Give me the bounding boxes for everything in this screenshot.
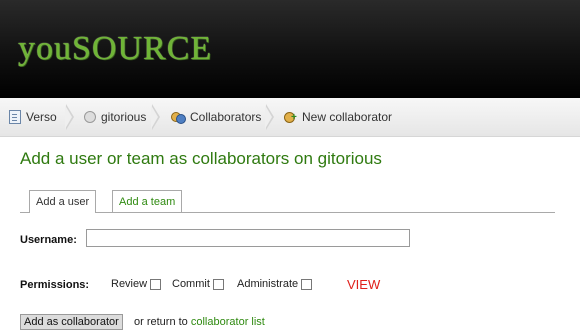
permissions-label: Permissions: [20, 279, 90, 291]
administrate-label: Administrate [237, 278, 299, 290]
site-header: youSOURCE [0, 0, 580, 98]
permission-administrate: Administrate [237, 278, 313, 290]
users-icon [171, 111, 186, 124]
breadcrumb-label: Verso [26, 110, 57, 124]
breadcrumb-item-verso[interactable]: Verso [9, 98, 57, 136]
repository-icon [84, 111, 96, 123]
return-text: or return to collaborator list [134, 316, 265, 328]
review-label: Review [111, 278, 148, 290]
tab-add-team[interactable]: Add a team [112, 190, 183, 212]
username-label: Username: [20, 234, 77, 246]
add-collaborator-button[interactable]: Add as collaborator [20, 314, 123, 330]
breadcrumb-item-new-collaborator[interactable]: New collaborator [283, 98, 392, 136]
commit-label: Commit [172, 278, 210, 290]
document-icon [9, 110, 21, 124]
tab-bar: Add a user Add a team [20, 190, 555, 213]
breadcrumb-label: gitorious [101, 110, 147, 124]
breadcrumb-label: New collaborator [302, 110, 393, 124]
username-input[interactable] [86, 229, 410, 247]
commit-checkbox[interactable] [212, 278, 224, 290]
permission-review: Review [111, 278, 162, 290]
review-checkbox[interactable] [150, 278, 162, 290]
collaborator-list-link[interactable]: collaborator list [191, 316, 265, 328]
breadcrumb-item-gitorious[interactable]: gitorious [84, 98, 146, 136]
administrate-checkbox[interactable] [301, 278, 313, 290]
view-label: VIEW [347, 277, 381, 292]
breadcrumb: Verso gitorious Collaborators New collab… [0, 98, 580, 137]
tab-add-user[interactable]: Add a user [29, 190, 97, 213]
site-logo[interactable]: youSOURCE [18, 30, 212, 68]
breadcrumb-separator [151, 104, 160, 130]
permission-commit: Commit [172, 278, 224, 290]
breadcrumb-separator [65, 104, 74, 130]
page-title: Add a user or team as collaborators on g… [20, 149, 382, 168]
breadcrumb-item-collaborators[interactable]: Collaborators [171, 98, 261, 136]
breadcrumb-label: Collaborators [190, 110, 262, 124]
breadcrumb-separator [265, 104, 274, 130]
add-user-icon [283, 111, 297, 123]
